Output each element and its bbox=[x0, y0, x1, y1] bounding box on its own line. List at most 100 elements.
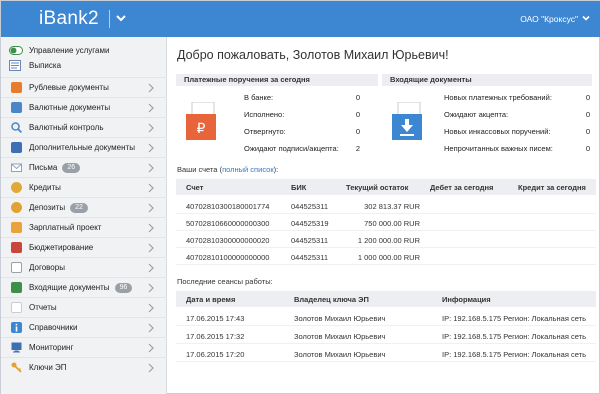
chevron-right-icon bbox=[148, 243, 154, 253]
table-row[interactable]: 40702810100000000000 044525311 1 000 000… bbox=[176, 249, 596, 265]
kv-label: Новых инкассовых поручений: bbox=[444, 127, 551, 136]
contracts-icon bbox=[11, 262, 22, 273]
deposits-icon bbox=[11, 202, 22, 213]
page-title: Добро пожаловать, Золотов Михаил Юрьевич… bbox=[177, 48, 449, 62]
session-key-owner: Золотов Михаил Юрьевич bbox=[294, 314, 386, 323]
chevron-right-icon bbox=[148, 303, 154, 313]
app-menu-chevron-icon[interactable] bbox=[114, 11, 128, 25]
salary-icon bbox=[11, 222, 22, 233]
chevron-right-icon bbox=[148, 323, 154, 333]
account-number: 40702810100000000000 bbox=[186, 253, 270, 262]
accounts-title-prefix: Ваши счета ( bbox=[177, 165, 223, 174]
session-datetime: 17.06.2015 17:20 bbox=[186, 350, 245, 359]
accounts-title: Ваши счета (полный список): bbox=[177, 165, 278, 174]
sidebar-item-incoming-docs[interactable]: Входящие документы 96 bbox=[1, 277, 167, 297]
account-balance: 1 200 000.00 RUR bbox=[357, 236, 420, 245]
sidebar-item-label: Ключи ЭП bbox=[29, 363, 67, 372]
kv-value[interactable]: 0 bbox=[338, 93, 360, 102]
letters-icon bbox=[11, 163, 22, 172]
sidebar-item-currency-control[interactable]: Валютный контроль bbox=[1, 117, 167, 137]
kv-label: Непрочитанных важных писем: bbox=[444, 144, 553, 153]
kv-value[interactable]: 0 bbox=[566, 110, 590, 119]
sidebar-item-label: Выписка bbox=[29, 60, 62, 70]
table-row[interactable]: 17.06.2015 17:43 Золотов Михаил Юрьевич … bbox=[176, 310, 596, 326]
chevron-right-icon bbox=[148, 123, 154, 133]
magnifier-icon bbox=[11, 122, 22, 133]
sidebar-item-deposits[interactable]: Депозиты 22 bbox=[1, 197, 167, 217]
sidebar-item-service-management[interactable]: Управление услугами bbox=[9, 43, 109, 57]
account-number: 40702810300000000020 bbox=[186, 236, 270, 245]
kv-value[interactable]: 0 bbox=[338, 110, 360, 119]
table-row[interactable]: 40702810300000000020 044525311 1 200 000… bbox=[176, 232, 596, 248]
kv-value[interactable]: 0 bbox=[566, 93, 590, 102]
sidebar-item-label: Зарплатный проект bbox=[29, 223, 102, 232]
account-number: 50702810660000000300 bbox=[186, 219, 270, 228]
currency-docs-icon bbox=[11, 102, 22, 113]
account-balance: 302 813.37 RUR bbox=[364, 202, 420, 211]
session-info: IP: 192.168.5.175 Регион: Локальная сеть bbox=[442, 332, 587, 341]
kv-value[interactable]: 2 bbox=[338, 144, 360, 153]
monitor-icon bbox=[11, 342, 22, 353]
sidebar-item-label: Валютный контроль bbox=[29, 123, 104, 132]
incoming-collection-orders-row: Новых инкассовых поручений: 0 bbox=[382, 127, 596, 140]
full-list-link[interactable]: полный список bbox=[222, 165, 274, 174]
column-header-key-owner[interactable]: Владелец ключа ЭП bbox=[294, 295, 369, 304]
org-chevron-down-icon[interactable] bbox=[581, 13, 591, 23]
account-bik: 044525311 bbox=[291, 253, 328, 262]
sidebar-item-statement[interactable]: Выписка bbox=[9, 58, 61, 72]
sidebar-item-currency-docs[interactable]: Валютные документы bbox=[1, 97, 167, 117]
chevron-right-icon bbox=[148, 363, 154, 373]
payments-rejected-row: Отвергнуто: 0 bbox=[168, 127, 378, 140]
statement-icon bbox=[9, 59, 21, 71]
column-header-datetime[interactable]: Дата и время bbox=[186, 295, 235, 304]
kv-label: Ожидают подписи/акцепта: bbox=[244, 144, 339, 153]
column-header-account[interactable]: Счет bbox=[186, 183, 203, 192]
column-header-bik[interactable]: БИК bbox=[291, 183, 306, 192]
sidebar-item-reports[interactable]: Отчеты bbox=[1, 297, 167, 317]
ruble-docs-icon bbox=[11, 82, 22, 93]
table-row[interactable]: 50702810660000000300 044525319 750 000.0… bbox=[176, 215, 596, 231]
payments-in-bank-row: В банке: 0 bbox=[168, 93, 378, 106]
table-row[interactable]: 17.06.2015 17:32 Золотов Михаил Юрьевич … bbox=[176, 328, 596, 344]
sidebar-item-label: Депозиты bbox=[29, 203, 66, 212]
chevron-right-icon bbox=[148, 183, 154, 193]
sidebar-item-contracts[interactable]: Договоры bbox=[1, 257, 167, 277]
letters-count-badge: 26 bbox=[62, 162, 81, 173]
table-row[interactable]: 17.06.2015 17:20 Золотов Михаил Юрьевич … bbox=[176, 346, 596, 362]
column-header-credit[interactable]: Кредит за сегодня bbox=[518, 183, 586, 192]
account-balance: 1 000 000.00 RUR bbox=[357, 253, 420, 262]
app-logo[interactable]: iBank2 bbox=[39, 8, 99, 30]
kv-value[interactable]: 0 bbox=[566, 144, 590, 153]
incoming-new-requirements-row: Новых платежных требований: 0 bbox=[382, 93, 596, 106]
deposits-count-badge: 22 bbox=[70, 202, 88, 213]
chevron-right-icon bbox=[148, 83, 154, 93]
kv-value[interactable]: 0 bbox=[566, 127, 590, 136]
accounts-table-header: Счет БИК Текущий остаток Дебет за сегодн… bbox=[176, 179, 596, 195]
column-header-balance[interactable]: Текущий остаток bbox=[346, 183, 408, 192]
kv-value[interactable]: 0 bbox=[338, 127, 360, 136]
sidebar-item-salary-project[interactable]: Зарплатный проект bbox=[1, 217, 167, 237]
account-bik: 044525311 bbox=[291, 202, 328, 211]
table-row[interactable]: 40702810300180001774 044525311 302 813.3… bbox=[176, 198, 596, 214]
sessions-title: Последние сеансы работы: bbox=[177, 277, 273, 286]
account-bik: 044525311 bbox=[291, 236, 328, 245]
budget-icon bbox=[11, 242, 22, 253]
chevron-right-icon bbox=[148, 143, 154, 153]
sidebar-item-monitoring[interactable]: Мониторинг bbox=[1, 337, 167, 357]
column-header-info[interactable]: Информация bbox=[442, 295, 491, 304]
sidebar-item-directories[interactable]: Справочники bbox=[1, 317, 167, 337]
chevron-right-icon bbox=[148, 103, 154, 113]
sidebar-item-keys[interactable]: Ключи ЭП bbox=[1, 357, 167, 377]
column-header-debit[interactable]: Дебет за сегодня bbox=[430, 183, 493, 192]
incoming-section-header: Входящие документы bbox=[382, 74, 592, 86]
sidebar-item-budgeting[interactable]: Бюджетирование bbox=[1, 237, 167, 257]
sidebar-item-credits[interactable]: Кредиты bbox=[1, 177, 167, 197]
organization-selector[interactable]: ОАО "Кроксус" bbox=[520, 14, 578, 24]
sidebar-item-label: Бюджетирование bbox=[29, 243, 94, 252]
incoming-unread-letters-row: Непрочитанных важных писем: 0 bbox=[382, 144, 596, 157]
sidebar-item-ruble-docs[interactable]: Рублевые документы bbox=[1, 77, 167, 97]
sidebar-item-label: Письма bbox=[29, 163, 58, 172]
sidebar-item-letters[interactable]: Письма 26 bbox=[1, 157, 167, 177]
sidebar-item-extra-docs[interactable]: Дополнительные документы bbox=[1, 137, 167, 157]
sidebar-item-label: Договоры bbox=[29, 263, 65, 272]
